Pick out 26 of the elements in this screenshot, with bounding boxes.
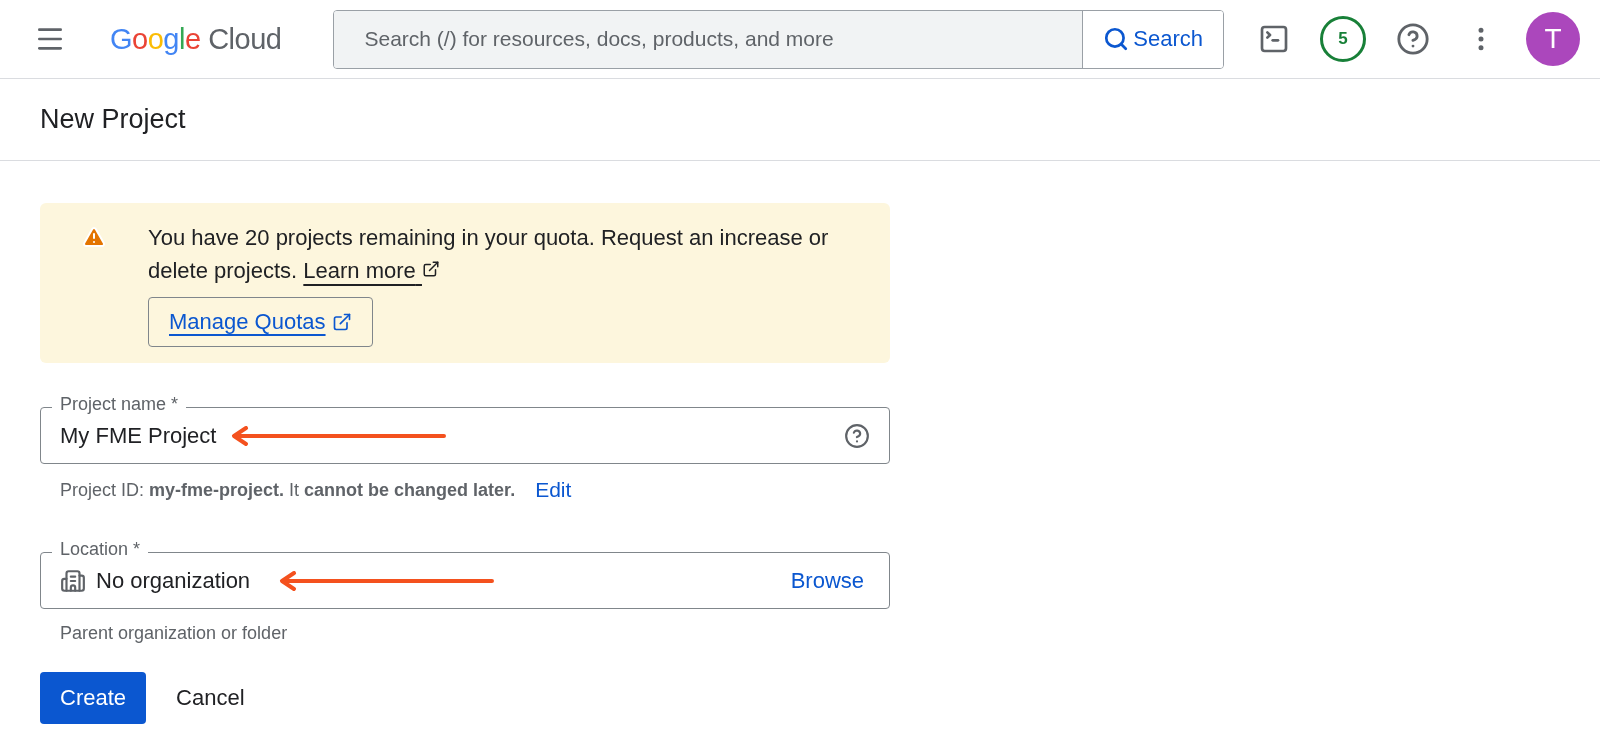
project-name-field[interactable]: Project name * My FME Project <box>40 394 890 464</box>
helper-text: Parent organization or folder <box>60 623 288 644</box>
search-button[interactable]: Search <box>1082 10 1223 68</box>
search-icon <box>1103 26 1130 52</box>
page-title: New Project <box>40 104 186 135</box>
external-link-icon <box>421 260 440 278</box>
location-field[interactable]: Location * No organization Browse <box>40 539 890 609</box>
field-value: My FME Project <box>60 422 217 449</box>
cancel-button[interactable]: Cancel <box>156 672 265 724</box>
building-icon <box>60 567 86 594</box>
create-button[interactable]: Create <box>40 672 147 724</box>
helper-text: Project ID: my-fme-project. It cannot be changed later. <box>60 479 516 501</box>
field-value: No organization <box>96 567 251 594</box>
logo-text: Google Cloud <box>110 22 282 56</box>
avatar[interactable]: T <box>1526 12 1580 66</box>
help-icon[interactable] <box>844 422 870 449</box>
external-link-icon <box>331 312 352 332</box>
learn-more-link[interactable]: Learn more <box>303 258 440 283</box>
field-label: Project name * <box>52 394 187 415</box>
edit-link[interactable]: Edit <box>535 478 572 502</box>
search-field[interactable]: Search (/) for resources, docs, products, and more Search <box>333 9 1224 69</box>
notification-badge[interactable]: 5 <box>1320 16 1366 62</box>
warning-icon <box>82 225 106 249</box>
quota-message: You have 20 projects remaining in your quota. Request an increase or delete projects. Learn more <box>148 224 830 285</box>
browse-button[interactable]: Browse <box>784 566 870 595</box>
manage-quotas-button[interactable]: Manage Quotas <box>148 297 373 347</box>
